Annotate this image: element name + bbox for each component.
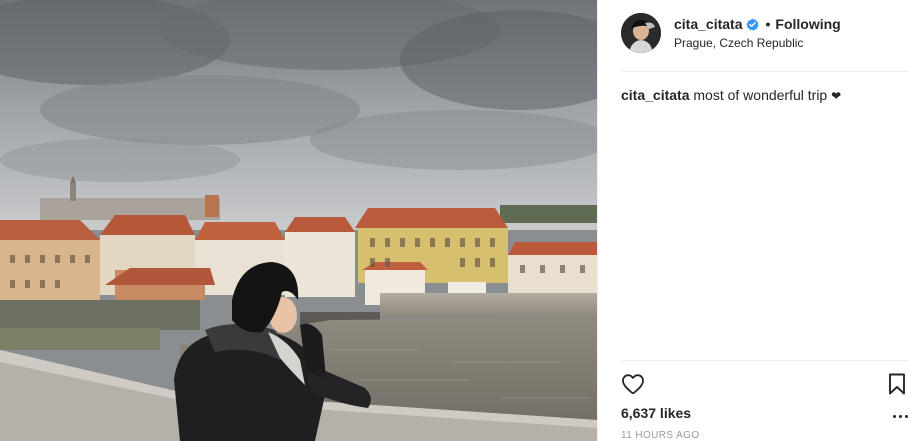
post-header: cita_citata • Following Prague, Czech Re…: [621, 13, 841, 53]
header-text: cita_citata • Following Prague, Czech Re…: [674, 15, 841, 51]
caption: cita_citata most of wonderful trip ❤: [621, 86, 841, 105]
more-dot: [892, 414, 896, 418]
more-dot: [904, 414, 908, 418]
username-link[interactable]: cita_citata: [674, 15, 742, 33]
location-link[interactable]: Prague, Czech Republic: [674, 35, 841, 51]
avatar[interactable]: [621, 13, 661, 53]
post-timestamp[interactable]: 11 HOURS AGO: [621, 430, 700, 441]
heart-emoji: ❤: [831, 89, 842, 103]
header-title-row: cita_citata • Following: [674, 15, 841, 33]
save-button[interactable]: [884, 371, 910, 397]
like-button[interactable]: [620, 371, 646, 397]
instagram-post: cita_citata • Following Prague, Czech Re…: [0, 0, 922, 441]
following-button[interactable]: Following: [775, 15, 840, 33]
heart-icon: [622, 374, 644, 395]
more-options-icon[interactable]: [890, 409, 910, 423]
prague-riverside-photo: [0, 0, 597, 441]
action-bar: [620, 371, 910, 397]
actions-divider: [621, 360, 908, 361]
post-side-panel: cita_citata • Following Prague, Czech Re…: [597, 0, 922, 441]
more-dot: [898, 414, 902, 418]
bookmark-icon: [889, 373, 905, 395]
post-photo[interactable]: [0, 0, 597, 441]
header-divider: [621, 71, 908, 72]
avatar-photo: [621, 13, 661, 53]
likes-count[interactable]: 6,637 likes: [621, 404, 691, 422]
separator-dot: •: [765, 16, 771, 32]
caption-username-link[interactable]: cita_citata: [621, 87, 689, 103]
verified-badge-icon: [746, 18, 760, 31]
caption-text: most of wonderful trip: [693, 87, 828, 103]
